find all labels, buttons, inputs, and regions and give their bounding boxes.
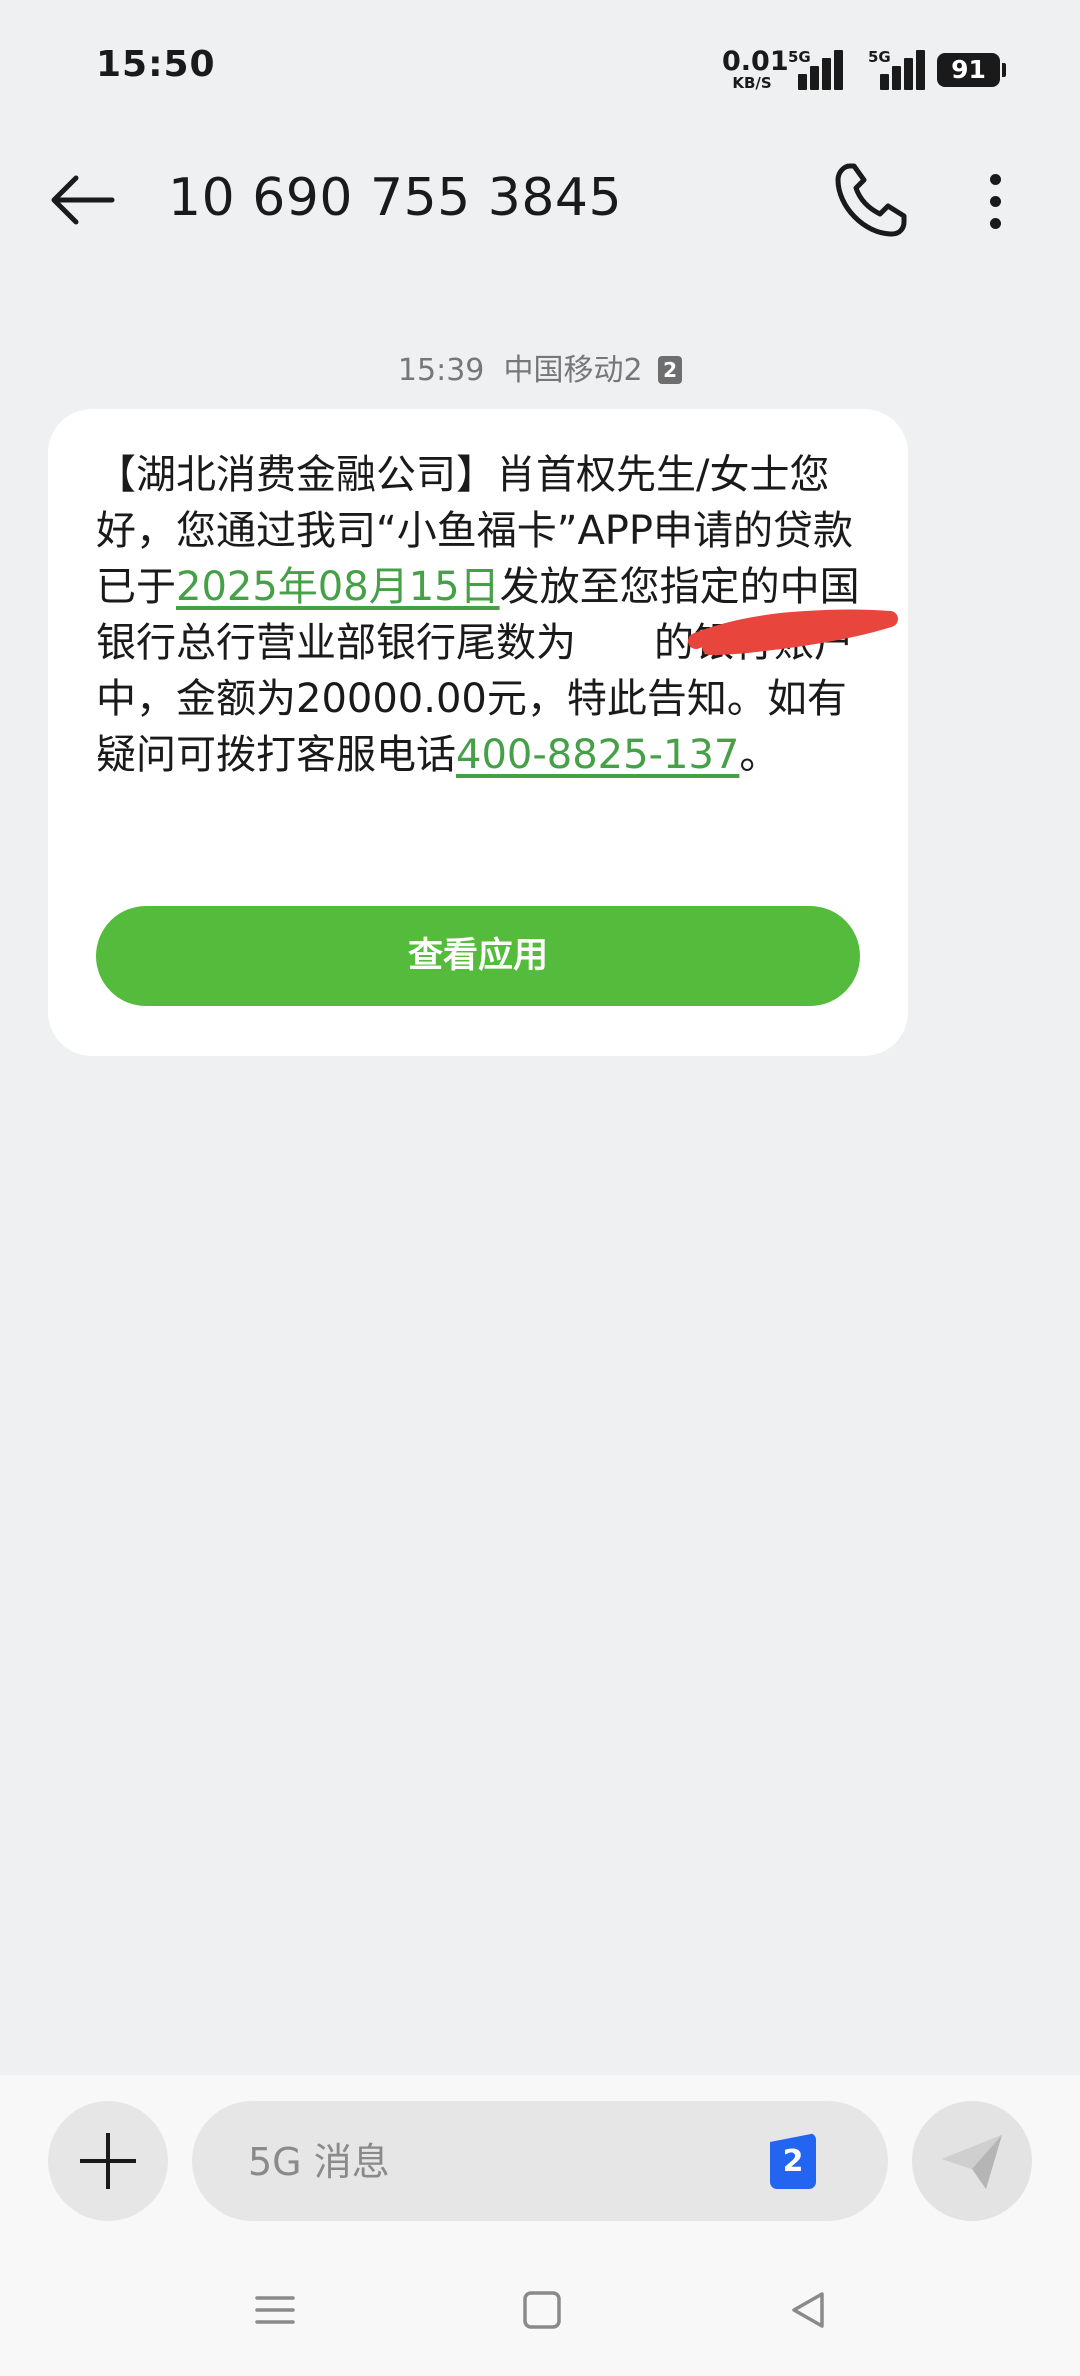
add-attachment-button[interactable] (48, 2101, 168, 2221)
status-bar: 15:50 0.01 KB/S 5G 5G 91 (0, 0, 1080, 135)
redaction-scribble (688, 609, 898, 655)
call-button[interactable] (830, 158, 910, 242)
arrow-left-icon (51, 175, 115, 225)
contact-number: 10 690 755 3845 (168, 168, 623, 228)
nav-menu-button[interactable] (245, 2280, 305, 2340)
sim-selector[interactable]: 2 (770, 2133, 816, 2189)
message-bubble: 【湖北消费金融公司】肖首权先生/女士您好，您通过我司“小鱼福卡”APP申请的贷款… (48, 409, 908, 1056)
message-carrier: 中国移动2 (503, 353, 643, 388)
send-button[interactable] (912, 2101, 1032, 2221)
battery-tip (1002, 63, 1006, 77)
menu-icon (255, 2296, 295, 2324)
message-timestamp: 15:39 中国移动2 2 (0, 345, 1080, 389)
back-button[interactable] (44, 160, 124, 240)
phone-link[interactable]: 400-8825-137 (456, 732, 739, 778)
message-input[interactable] (246, 2127, 750, 2197)
sim-badge: 2 (658, 356, 683, 384)
send-icon (942, 2135, 1002, 2189)
nav-back-button[interactable] (778, 2280, 838, 2340)
home-square-icon (523, 2291, 561, 2329)
message-input-container: 2 (192, 2101, 888, 2221)
conversation-header: 10 690 755 3845 (0, 140, 1080, 260)
nav-home-button[interactable] (512, 2280, 572, 2340)
system-nav-bar (0, 2250, 1080, 2376)
network-speed-unit: KB/S (732, 74, 772, 92)
message-text-4: 。 (739, 732, 780, 778)
date-link[interactable]: 2025年08月15日 (176, 564, 500, 610)
message-time: 15:39 (397, 353, 485, 388)
phone-icon (835, 163, 907, 237)
network-speed: 0.01 KB/S (722, 46, 789, 92)
status-time: 15:50 (96, 44, 216, 85)
more-options-button[interactable] (968, 160, 1024, 240)
view-app-button[interactable]: 查看应用 (96, 906, 860, 1006)
network-speed-value: 0.01 (722, 46, 789, 77)
battery-indicator: 91 (937, 53, 1000, 87)
back-triangle-icon (792, 2292, 824, 2328)
